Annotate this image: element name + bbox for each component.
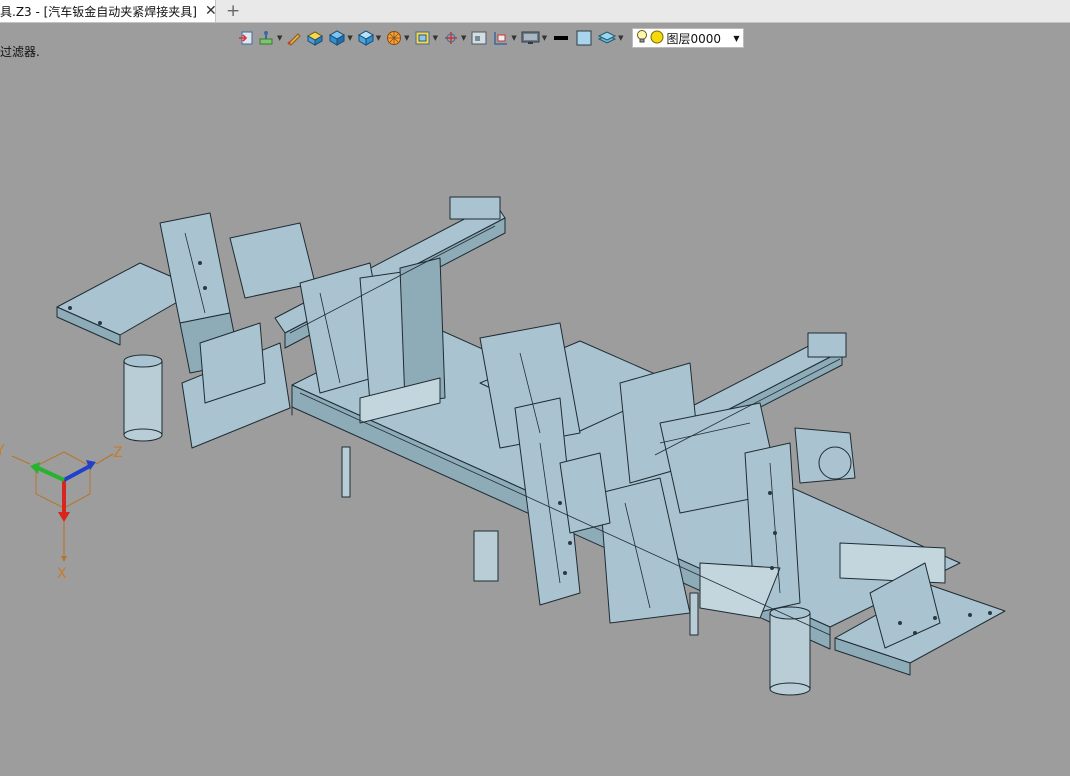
solid-cube-icon[interactable]: ▼ <box>328 30 353 46</box>
y-axis-label: Y <box>0 443 5 459</box>
axis-triad: Z X Y <box>0 443 123 578</box>
layer-color-icon[interactable] <box>650 30 664 47</box>
tab-bar: 具.Z3 - [汽车钣金自动夹紧焊接夹具] ✕ + <box>0 0 1070 23</box>
new-tab-button[interactable]: + <box>226 1 240 21</box>
fill-color-icon[interactable] <box>575 30 593 46</box>
section-icon[interactable]: ▼ <box>492 30 517 46</box>
layer-stack-icon[interactable]: ▼ <box>597 30 624 46</box>
frame-icon[interactable]: ▼ <box>414 30 438 46</box>
fixture-model[interactable] <box>0 23 1070 776</box>
pen-icon[interactable] <box>286 30 302 46</box>
import-icon[interactable] <box>238 30 254 46</box>
view-icon[interactable] <box>470 30 488 46</box>
bulb-icon[interactable] <box>636 29 648 48</box>
history-icon[interactable]: ▼ <box>258 30 282 46</box>
display-icon[interactable]: ▼ <box>521 30 547 46</box>
document-tab[interactable]: 具.Z3 - [汽车钣金自动夹紧焊接夹具] ✕ <box>0 0 217 22</box>
close-icon[interactable]: ✕ <box>205 3 217 19</box>
chevron-down-icon[interactable]: ▼ <box>733 34 739 43</box>
x-axis-label: X <box>57 566 67 578</box>
z-axis-label: Z <box>113 445 123 461</box>
shaded-cube-icon[interactable]: ▼ <box>357 30 381 46</box>
wheel-icon[interactable]: ▼ <box>385 30 410 46</box>
tab-title: 具.Z3 - [汽车钣金自动夹紧焊接夹具] <box>0 4 197 19</box>
line-color-icon[interactable] <box>551 30 571 46</box>
view-toolbar: ▼ ▼ ▼ ▼ ▼ ▼ ▼ ▼ ▼ 图层0000 ▼ <box>238 26 744 50</box>
axis-icon[interactable]: ▼ <box>442 30 466 46</box>
color-box-icon[interactable] <box>306 30 324 46</box>
layer-name: 图层0000 <box>666 31 722 46</box>
3d-viewport[interactable]: 过滤器. Z X Y ▼ ▼ ▼ ▼ ▼ ▼ ▼ ▼ ▼ 图层0000 ▼ <box>0 23 1070 776</box>
layer-dropdown[interactable]: 图层0000 ▼ <box>631 28 744 48</box>
